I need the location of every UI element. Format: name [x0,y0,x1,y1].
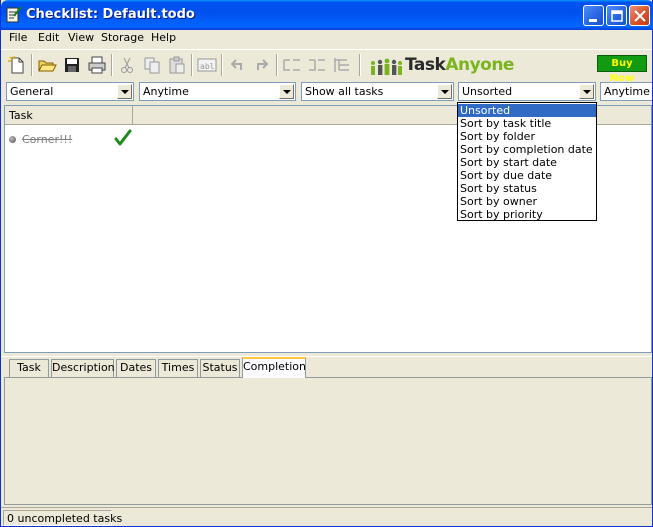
dropdown-arrow-icon[interactable] [579,84,594,99]
tab-description[interactable]: Description [51,359,115,377]
toolbar-separator [276,54,278,76]
rename-icon[interactable]: abl [196,54,218,76]
minimize-icon [589,19,597,22]
svg-text:abl: abl [200,62,215,71]
new-task-icon[interactable] [6,54,28,76]
menu-view[interactable]: View [68,31,94,44]
status-pane: 0 uncompleted tasks [3,510,122,526]
menu-file[interactable]: File [9,31,27,44]
dropdown-arrow-icon[interactable] [117,84,132,99]
undo-icon[interactable] [226,54,248,76]
tab-task[interactable]: Task [9,359,49,377]
copy-icon[interactable] [141,54,163,76]
dropdown-arrow-icon[interactable] [437,84,452,99]
toolbar-separator [221,54,223,76]
status-bar: 0 uncompleted tasks [1,507,652,526]
maximize-icon [611,10,623,22]
sort-option-priority[interactable]: Sort by priority [458,208,596,221]
maximize-button[interactable] [606,5,627,26]
taskanyone-logo-icon [371,58,402,75]
due-filter-value: Anytime [604,85,650,98]
save-icon[interactable] [61,54,83,76]
paste-icon[interactable] [166,54,188,76]
checklist-app-icon [6,6,22,23]
dropdown-arrow-icon[interactable] [279,84,294,99]
date-filter-value: Anytime [143,85,189,98]
sort-option-unsorted[interactable]: Unsorted [458,104,596,117]
app-window: Checklist: Default.todo File Edit View S… [0,0,653,527]
cut-icon[interactable] [116,54,138,76]
show-filter-combo[interactable]: Show all tasks [301,82,454,101]
column-header-task-label: Task [9,109,33,122]
completed-check-icon[interactable] [113,128,133,148]
folder-filter-value: General [10,85,54,98]
menu-bar: File Edit View Storage Help [1,30,652,48]
redo-icon[interactable] [251,54,273,76]
menu-help[interactable]: Help [151,31,176,44]
tab-times[interactable]: Times [158,359,198,377]
sort-option-folder[interactable]: Sort by folder [458,130,596,143]
tab-completion[interactable]: Completion [242,357,306,378]
sort-option-title[interactable]: Sort by task title [458,117,596,130]
toolbar-separator [111,54,113,76]
toolbar-separator [31,54,33,76]
sort-option-completion-date[interactable]: Sort by completion date [458,143,596,156]
task-title[interactable]: Corner!!! [22,133,72,146]
sort-combo[interactable]: Unsorted [458,82,596,101]
hierarchy-icon[interactable] [331,54,353,76]
tab-status[interactable]: Status [200,359,240,377]
sort-combo-value: Unsorted [462,85,513,98]
print-icon[interactable] [86,54,108,76]
sort-option-owner[interactable]: Sort by owner [458,195,596,208]
sort-option-status[interactable]: Sort by status [458,182,596,195]
folder-filter-combo[interactable]: General [6,82,134,101]
toolbar: abl [1,49,652,79]
window-title: Checklist: Default.todo [26,7,195,22]
menu-edit[interactable]: Edit [38,31,59,44]
status-text: 0 uncompleted tasks [7,512,123,525]
logo-anyone-text: Anyone [445,55,514,75]
sort-dropdown-list[interactable]: Unsorted Sort by task title Sort by fold… [457,102,597,221]
completion-panel [4,377,652,505]
menu-storage[interactable]: Storage [101,31,144,44]
outdent-icon[interactable] [306,54,328,76]
minimize-button[interactable] [583,5,604,26]
sort-option-due-date[interactable]: Sort by due date [458,169,596,182]
toolbar-separator [359,54,361,76]
close-button[interactable] [629,5,650,26]
toolbar-separator [191,54,193,76]
sort-option-start-date[interactable]: Sort by start date [458,156,596,169]
open-folder-icon[interactable] [36,54,58,76]
buy-now-button[interactable]: Buy Now [597,55,647,84]
detail-tabs: Task Description Dates Times Status Comp… [4,357,652,378]
date-filter-combo[interactable]: Anytime [139,82,296,101]
due-filter-combo[interactable]: Anytime [600,82,652,101]
indent-icon[interactable] [281,54,303,76]
close-icon [634,10,646,22]
task-bullet-icon [9,136,16,143]
title-bar[interactable]: Checklist: Default.todo [1,0,653,30]
taskanyone-logo: TaskAnyone [405,55,514,75]
tab-dates[interactable]: Dates [116,359,156,377]
column-header-task[interactable]: Task [5,106,133,125]
logo-task-text: Task [405,55,446,75]
show-filter-value: Show all tasks [305,85,384,98]
